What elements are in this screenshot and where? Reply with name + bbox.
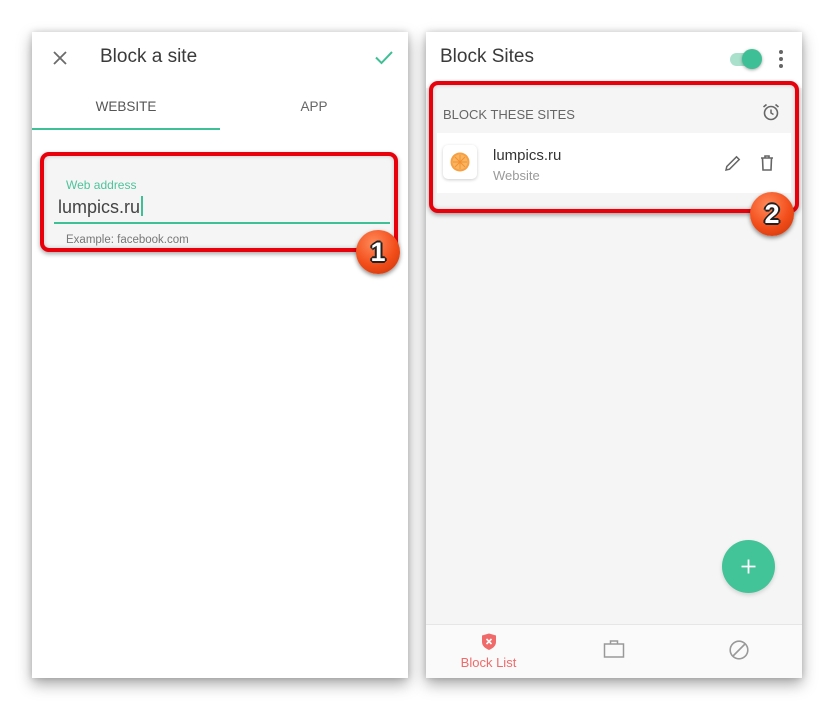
edit-site-button[interactable] — [723, 153, 743, 173]
step-badge-1: 1 — [356, 230, 400, 274]
block-circle-icon — [728, 640, 749, 660]
web-address-value: lumpics.ru — [58, 197, 141, 217]
nav-label: Block List — [460, 655, 517, 670]
orange-favicon-icon — [450, 152, 470, 172]
more-options-button[interactable] — [774, 48, 788, 70]
alarm-icon — [762, 103, 780, 121]
trash-icon — [761, 155, 773, 171]
site-name: lumpics.ru — [493, 147, 562, 164]
delete-site-button[interactable] — [757, 153, 777, 173]
close-button[interactable] — [48, 46, 72, 70]
shield-x-icon — [481, 633, 496, 650]
page-title: Block a site — [100, 46, 198, 67]
block-sites-screen: Block Sites BLOCK THESE SITES lumpics.ru… — [426, 32, 802, 678]
page-title: Block Sites — [440, 46, 534, 67]
check-icon — [375, 51, 393, 65]
section-title: BLOCK THESE SITES — [443, 107, 575, 122]
bottom-navigation: Block List — [426, 624, 802, 678]
close-icon — [53, 51, 67, 65]
nav-block-list[interactable]: Block List — [426, 625, 551, 678]
nav-work-mode[interactable] — [551, 625, 676, 678]
app-bar: Block Sites — [426, 32, 802, 88]
block-list-highlight: BLOCK THESE SITES lumpics.ru Website — [429, 81, 799, 213]
schedule-button[interactable] — [761, 102, 781, 122]
pencil-icon — [725, 155, 741, 171]
plus-icon — [741, 559, 756, 574]
web-address-input[interactable]: lumpics.ru — [58, 196, 144, 218]
web-address-highlight: Web address lumpics.ru Example: facebook… — [40, 152, 398, 252]
step-badge-2: 2 — [750, 192, 794, 236]
tab-bar: WEBSITE APP — [32, 88, 408, 130]
toggle-thumb — [742, 49, 762, 69]
text-caret — [141, 196, 144, 216]
confirm-button[interactable] — [372, 45, 396, 69]
more-vert-icon — [774, 50, 788, 68]
block-a-site-screen: Block a site WEBSITE APP Web address lum… — [32, 32, 408, 678]
site-favicon — [443, 145, 477, 179]
app-bar: Block a site — [32, 32, 408, 88]
nav-blocked[interactable] — [676, 625, 801, 678]
briefcase-icon — [603, 640, 624, 658]
site-list-item[interactable]: lumpics.ru Website — [437, 133, 791, 193]
active-tab-indicator — [32, 128, 220, 130]
web-address-helper: Example: facebook.com — [66, 234, 189, 246]
input-underline — [54, 222, 390, 224]
tab-website[interactable]: WEBSITE — [32, 88, 220, 130]
add-site-button[interactable] — [722, 540, 775, 593]
tab-app[interactable]: APP — [220, 88, 408, 130]
site-type: Website — [493, 168, 540, 183]
web-address-label: Web address — [66, 178, 137, 192]
blocking-toggle[interactable] — [728, 48, 764, 70]
